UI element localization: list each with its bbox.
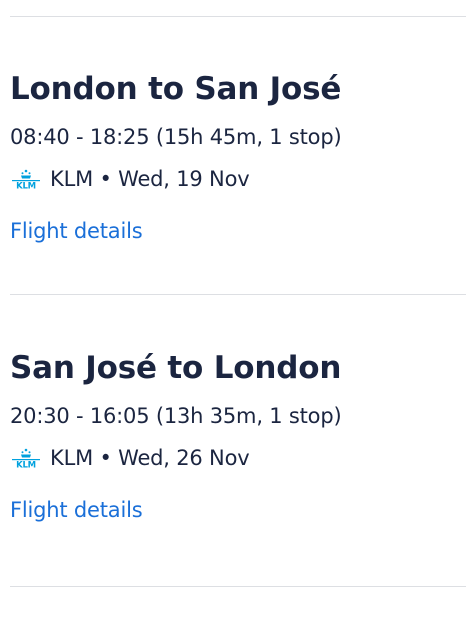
svg-text:KLM: KLM xyxy=(16,182,36,190)
flight-leg-return: San José to London 20:30 - 16:05 (13h 35… xyxy=(10,345,466,525)
flight-leg-outbound: London to San José 08:40 - 18:25 (15h 45… xyxy=(10,66,466,246)
airline-date-row: KLM KLM • Wed, 26 Nov xyxy=(10,443,466,473)
divider xyxy=(10,586,466,587)
airline-and-date: KLM • Wed, 19 Nov xyxy=(50,167,250,191)
divider xyxy=(10,294,466,295)
route-title: London to San José xyxy=(10,71,342,107)
divider xyxy=(10,16,466,17)
flight-details-link[interactable]: Flight details xyxy=(10,216,143,246)
klm-logo-icon: KLM xyxy=(12,169,40,190)
airline-and-date: KLM • Wed, 26 Nov xyxy=(50,446,250,470)
route-title: San José to London xyxy=(10,350,342,386)
flight-details-link[interactable]: Flight details xyxy=(10,495,143,525)
svg-text:KLM: KLM xyxy=(16,461,36,469)
flight-times: 20:30 - 16:05 (13h 35m, 1 stop) xyxy=(10,404,342,428)
airline-date-row: KLM KLM • Wed, 19 Nov xyxy=(10,164,466,194)
flight-times: 08:40 - 18:25 (15h 45m, 1 stop) xyxy=(10,125,342,149)
klm-logo-icon: KLM xyxy=(12,448,40,469)
